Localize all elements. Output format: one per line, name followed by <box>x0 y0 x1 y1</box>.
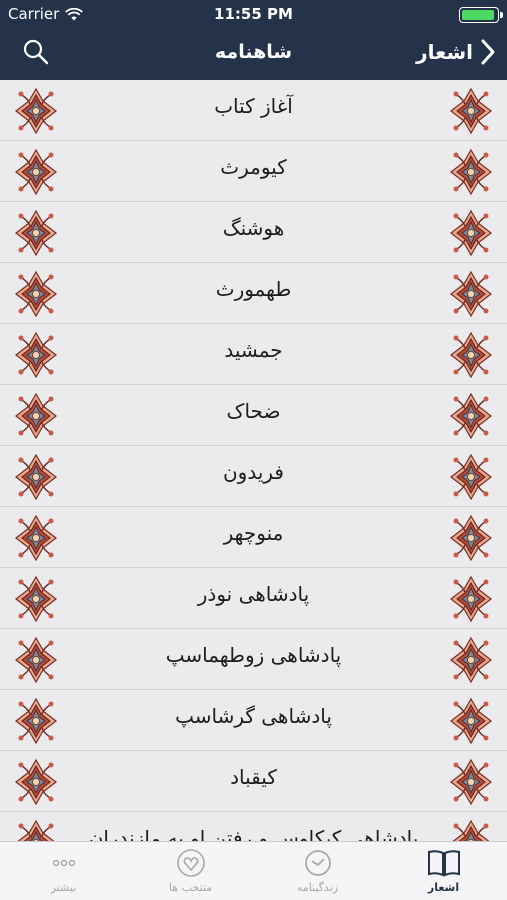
floral-ornament-icon <box>15 820 57 841</box>
list-item-label: جمشید <box>224 338 283 362</box>
status-bar: Carrier 11:55 PM <box>0 0 507 28</box>
floral-ornament-icon <box>15 393 57 439</box>
list-item[interactable]: پادشاهی کیکاوس و رفتن او به مازندران <box>0 812 507 841</box>
list-item-label: فریدون <box>222 460 284 484</box>
floral-ornament-icon <box>15 271 57 317</box>
tab-clock-history[interactable]: زندگینامه <box>254 842 381 900</box>
floral-ornament-icon <box>450 759 492 805</box>
floral-ornament-icon <box>450 149 492 195</box>
back-button-label: اشعار <box>416 40 473 64</box>
poem-list[interactable]: آغاز کتاب کیومرث هوشنگ طهمورث جمشید ضحاک فریدو… <box>0 80 507 841</box>
floral-ornament-icon <box>450 576 492 622</box>
tab-open-book[interactable]: اشعار <box>380 842 507 900</box>
tab-heart[interactable]: منتخب ها <box>127 842 254 900</box>
list-item-label: منوچهر <box>223 521 284 545</box>
list-item[interactable]: فریدون <box>0 446 507 507</box>
heart-icon <box>127 848 254 878</box>
list-item[interactable]: کیقباد <box>0 751 507 812</box>
tab-bar: اشعار زندگینامه منتخب ها بیشتر <box>0 841 507 900</box>
floral-ornament-icon <box>15 332 57 378</box>
list-item-label: پادشاهی گرشاسپ <box>175 704 332 728</box>
floral-ornament-icon <box>15 210 57 256</box>
floral-ornament-icon <box>450 637 492 683</box>
list-item-label: پادشاهی نوذر <box>197 582 310 606</box>
tab-label: بیشتر <box>50 881 77 894</box>
floral-ornament-icon <box>450 271 492 317</box>
floral-ornament-icon <box>15 698 57 744</box>
list-item-label: ضحاک <box>226 399 281 423</box>
floral-ornament-icon <box>450 88 492 134</box>
list-item-label: هوشنگ <box>222 216 285 240</box>
more-dots-icon <box>0 848 127 878</box>
floral-ornament-icon <box>15 149 57 195</box>
list-item[interactable]: کیومرث <box>0 141 507 202</box>
floral-ornament-icon <box>450 698 492 744</box>
back-button[interactable]: اشعار <box>416 39 495 65</box>
navigation-bar: شاهنامه اشعار <box>0 28 507 80</box>
list-item-label: طهمورث <box>215 277 292 301</box>
battery-icon <box>459 7 503 23</box>
list-item[interactable]: پادشاهی گرشاسپ <box>0 690 507 751</box>
floral-ornament-icon <box>15 515 57 561</box>
list-item[interactable]: پادشاهی نوذر <box>0 568 507 629</box>
app-screen: Carrier 11:55 PM شاهنامه اشعار آغاز کتاب… <box>0 0 507 900</box>
floral-ornament-icon <box>450 820 492 841</box>
list-item-label: آغاز کتاب <box>214 94 293 118</box>
list-item[interactable]: طهمورث <box>0 263 507 324</box>
list-item-label: کیومرث <box>220 155 287 179</box>
open-book-icon <box>380 848 507 878</box>
floral-ornament-icon <box>15 454 57 500</box>
tab-more-dots[interactable]: بیشتر <box>0 842 127 900</box>
list-item-label: کیقباد <box>230 765 277 789</box>
floral-ornament-icon <box>450 454 492 500</box>
top-bar: Carrier 11:55 PM شاهنامه اشعار <box>0 0 507 80</box>
list-item[interactable]: منوچهر <box>0 507 507 568</box>
floral-ornament-icon <box>450 515 492 561</box>
list-item[interactable]: پادشاهی زوطهماسپ <box>0 629 507 690</box>
list-item[interactable]: آغاز کتاب <box>0 80 507 141</box>
floral-ornament-icon <box>15 576 57 622</box>
floral-ornament-icon <box>450 210 492 256</box>
floral-ornament-icon <box>15 759 57 805</box>
battery-fill <box>462 10 494 20</box>
list-item[interactable]: ضحاک <box>0 385 507 446</box>
tab-label: اشعار <box>427 881 460 894</box>
clock-history-icon <box>254 848 381 878</box>
tab-label: منتخب ها <box>168 881 213 894</box>
floral-ornament-icon <box>15 88 57 134</box>
chevron-left-icon <box>481 39 495 65</box>
tab-label: زندگینامه <box>296 881 339 894</box>
list-item-label: پادشاهی کیکاوس و رفتن او به مازندران <box>88 826 419 841</box>
floral-ornament-icon <box>15 637 57 683</box>
floral-ornament-icon <box>450 332 492 378</box>
battery-indicator <box>459 7 503 23</box>
status-time: 11:55 PM <box>214 5 293 23</box>
list-item[interactable]: هوشنگ <box>0 202 507 263</box>
list-item-label: پادشاهی زوطهماسپ <box>165 643 342 667</box>
floral-ornament-icon <box>450 393 492 439</box>
list-item[interactable]: جمشید <box>0 324 507 385</box>
